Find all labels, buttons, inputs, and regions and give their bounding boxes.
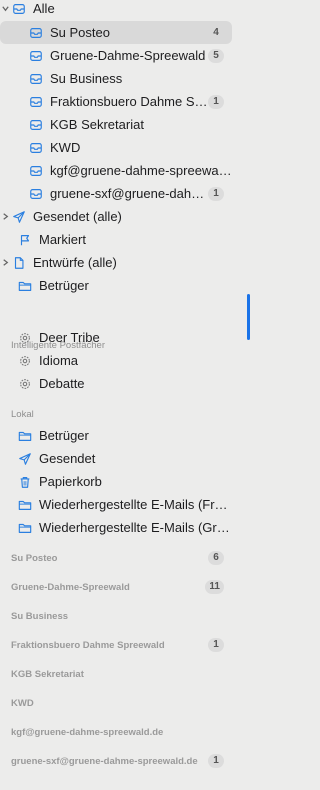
- inbox-stack-icon: [11, 1, 27, 17]
- local-mailbox-spam[interactable]: Betrüger: [0, 424, 232, 447]
- account-label: gruene-sxf@gruene-dahme-spreewald.de: [11, 755, 198, 767]
- chevron-right-icon[interactable]: [0, 212, 11, 221]
- document-icon: [11, 255, 27, 271]
- unread-badge: 1: [208, 186, 224, 201]
- inbox-icon: [28, 48, 44, 64]
- inbox-label: Gruene-Dahme-Spreewald: [50, 48, 206, 63]
- smart-mailbox-label: Debatte: [39, 376, 85, 391]
- account-su-posteo[interactable]: Su Posteo 6: [0, 548, 232, 568]
- unread-badge: 1: [208, 94, 224, 109]
- unread-badge: 4: [213, 26, 219, 38]
- account-gruene-dahme-spreewald[interactable]: Gruene-Dahme-Spreewald 11: [0, 577, 232, 597]
- local-mailbox-trash[interactable]: Papierkorb: [0, 470, 232, 493]
- local-mailbox-label: Wiederhergestellte E-Mails (Fraktio...: [39, 497, 232, 512]
- inbox-icon: [28, 94, 44, 110]
- mail-sidebar: Alle Su Posteo 4 Gruene-Dahme-Spreewald …: [0, 0, 232, 790]
- account-label: kgf@gruene-dahme-spreewald.de: [11, 726, 164, 738]
- mailbox-label: Alle: [33, 1, 55, 16]
- paper-plane-icon: [11, 209, 27, 225]
- inbox-icon: [28, 117, 44, 133]
- section-header-local: Lokal: [11, 409, 34, 420]
- inbox-fraktionsbuero[interactable]: Fraktionsbuero Dahme Spree... 1: [0, 90, 232, 113]
- account-gruene-sxf[interactable]: gruene-sxf@gruene-dahme-spreewald.de 1: [0, 751, 232, 771]
- focus-indicator: [247, 294, 250, 340]
- inbox-su-business[interactable]: Su Business: [0, 67, 232, 90]
- account-su-business[interactable]: Su Business: [0, 606, 232, 626]
- unread-badge: 6: [208, 551, 224, 565]
- inbox-icon: [28, 71, 44, 87]
- local-mailbox-sent[interactable]: Gesendet: [0, 447, 232, 470]
- inbox-kwd[interactable]: KWD: [0, 136, 232, 159]
- unread-badge: 5: [208, 48, 224, 63]
- inbox-label: KWD: [50, 140, 81, 155]
- chevron-right-icon[interactable]: [0, 258, 11, 267]
- local-mailbox-recovered-gruene[interactable]: Wiederhergestellte E-Mails (Gruene...: [0, 516, 232, 539]
- folder-icon: [17, 520, 33, 536]
- local-mailbox-label: Wiederhergestellte E-Mails (Gruene...: [39, 520, 232, 535]
- local-mailbox-label: Betrüger: [39, 428, 89, 443]
- account-fraktionsbuero[interactable]: Fraktionsbuero Dahme Spreewald 1: [0, 635, 232, 655]
- mailbox-label: Entwürfe (alle): [33, 255, 117, 270]
- inbox-icon: [28, 163, 44, 179]
- mailbox-label: Markiert: [39, 232, 86, 247]
- inbox-su-posteo[interactable]: Su Posteo 4: [0, 21, 232, 44]
- mailbox-spam[interactable]: Betrüger: [0, 274, 232, 297]
- account-label: KWD: [11, 697, 34, 709]
- inbox-label: Su Business: [50, 71, 123, 86]
- local-mailbox-recovered-fraktion[interactable]: Wiederhergestellte E-Mails (Fraktio...: [0, 493, 232, 516]
- mailbox-label: Betrüger: [39, 278, 89, 293]
- gear-icon: [17, 330, 33, 346]
- inbox-label: Fraktionsbuero Dahme Spree...: [50, 94, 208, 109]
- inbox-icon: [28, 25, 44, 41]
- smart-mailbox-deer-tribe[interactable]: Deer Tribe: [0, 326, 232, 349]
- inbox-icon: [28, 186, 44, 202]
- inbox-label: KGB Sekretariat: [50, 117, 144, 132]
- smart-mailbox-idioma[interactable]: Idioma: [0, 349, 232, 372]
- local-mailbox-label: Gesendet: [39, 451, 96, 466]
- unread-badge: 1: [208, 754, 224, 768]
- inbox-icon: [28, 140, 44, 156]
- mailbox-label: Gesendet (alle): [33, 209, 122, 224]
- mailbox-drafts-all[interactable]: Entwürfe (alle): [0, 251, 232, 274]
- account-label: Su Posteo: [11, 552, 58, 564]
- inbox-kgf[interactable]: kgf@gruene-dahme-spreewald.de: [0, 159, 232, 182]
- mailbox-all-inboxes[interactable]: Alle: [0, 0, 232, 20]
- inbox-label: Su Posteo: [50, 25, 110, 40]
- smart-mailbox-label: Idioma: [39, 353, 79, 368]
- gear-icon: [17, 353, 33, 369]
- gear-icon: [17, 376, 33, 392]
- account-label: Su Business: [11, 610, 69, 622]
- mailbox-sent-all[interactable]: Gesendet (alle): [0, 205, 232, 228]
- account-kgb-sekretariat[interactable]: KGB Sekretariat: [0, 664, 232, 684]
- inbox-label: gruene-sxf@gruene-dahme-...: [50, 186, 208, 201]
- folder-icon: [17, 428, 33, 444]
- folder-icon: [17, 278, 33, 294]
- chevron-down-icon[interactable]: [0, 4, 11, 13]
- account-kgf[interactable]: kgf@gruene-dahme-spreewald.de: [0, 722, 232, 742]
- trash-icon: [17, 474, 33, 490]
- inbox-gruene-sxf[interactable]: gruene-sxf@gruene-dahme-... 1: [0, 182, 232, 205]
- inbox-kgb-sekretariat[interactable]: KGB Sekretariat: [0, 113, 232, 136]
- unread-badge: 11: [205, 580, 224, 594]
- account-kwd[interactable]: KWD: [0, 693, 232, 713]
- folder-icon: [17, 497, 33, 513]
- paper-plane-icon: [17, 451, 33, 467]
- local-mailbox-label: Papierkorb: [39, 474, 102, 489]
- flag-icon: [17, 232, 33, 248]
- unread-badge: 1: [208, 638, 224, 652]
- inbox-label: kgf@gruene-dahme-spreewald.de: [50, 163, 232, 178]
- smart-mailbox-debatte[interactable]: Debatte: [0, 372, 232, 395]
- account-label: KGB Sekretariat: [11, 668, 84, 680]
- mailbox-flagged[interactable]: Markiert: [0, 228, 232, 251]
- inbox-gruene-dahme-spreewald[interactable]: Gruene-Dahme-Spreewald 5: [0, 44, 232, 67]
- account-label: Fraktionsbuero Dahme Spreewald: [11, 639, 165, 651]
- account-label: Gruene-Dahme-Spreewald: [11, 581, 130, 593]
- smart-mailbox-label: Deer Tribe: [39, 330, 100, 345]
